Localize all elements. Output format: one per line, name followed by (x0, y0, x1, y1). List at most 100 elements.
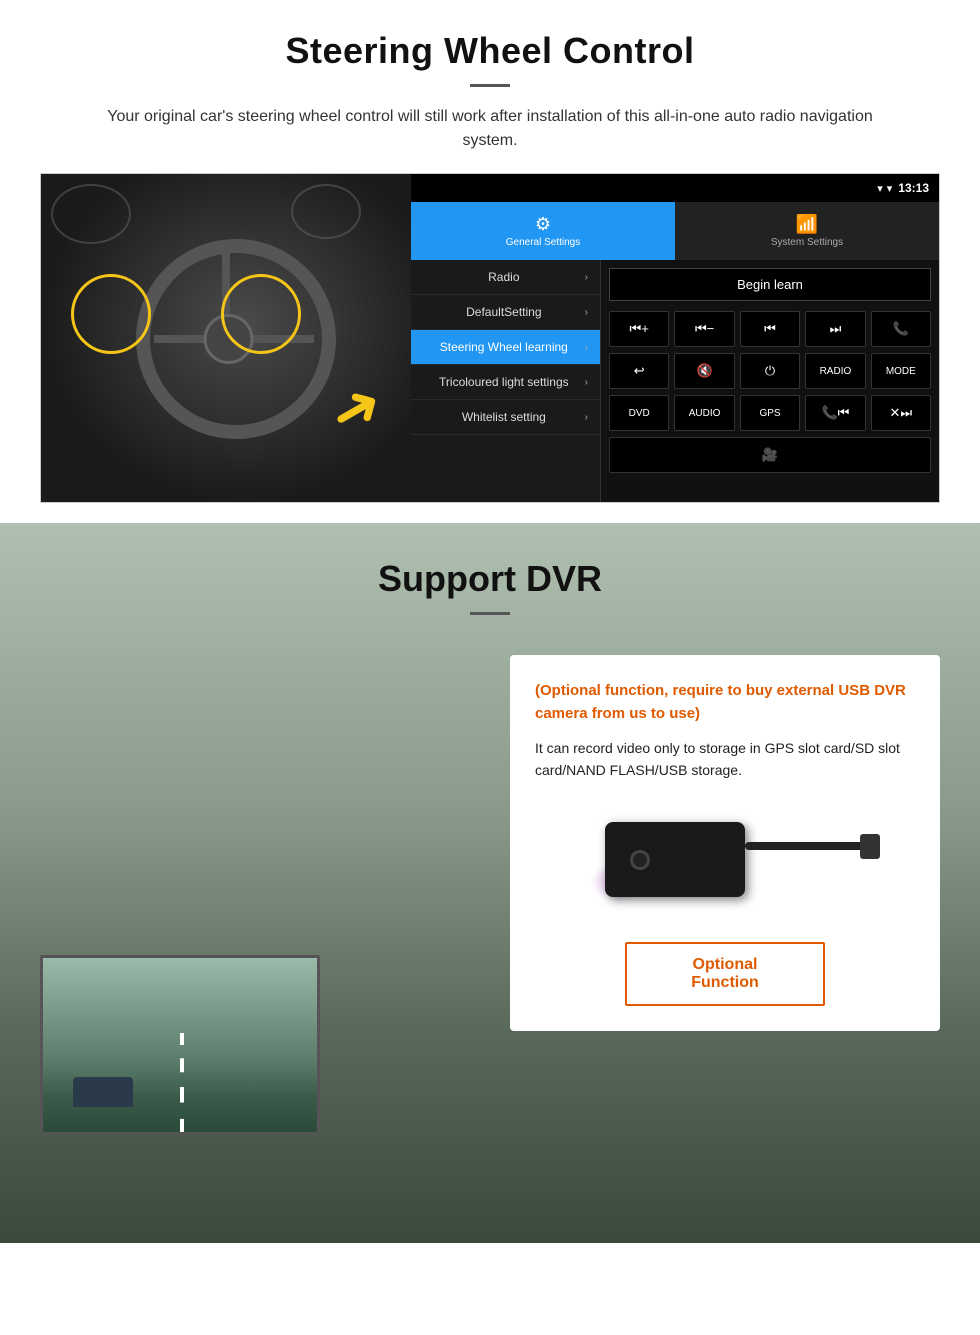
dvr-title: Support DVR (40, 558, 940, 600)
gear-icon: ⚙ (535, 214, 551, 235)
camera-device (585, 802, 865, 922)
dvr-divider (470, 612, 510, 615)
phone-icon: 📞 (893, 321, 909, 337)
dvr-body: (Optional function, require to buy exter… (0, 635, 980, 1235)
menu-item-whitelist[interactable]: Whitelist setting › (411, 400, 600, 435)
menu-item-radio[interactable]: Radio › (411, 260, 600, 295)
settings-menu: Radio › DefaultSetting › Steering Wheel … (411, 260, 601, 502)
menu-radio-label: Radio (423, 270, 585, 284)
power-icon: ⏻ (765, 363, 775, 379)
highlight-circle-right (221, 274, 301, 354)
mute-button[interactable]: 🔇 (674, 353, 734, 389)
audio-button[interactable]: AUDIO (674, 395, 734, 431)
steering-subtitle: Your original car's steering wheel contr… (80, 105, 900, 153)
android-tabs: ⚙ General Settings 📶 System Settings (411, 202, 939, 260)
radio-label: RADIO (820, 366, 852, 377)
dvr-desc-text: It can record video only to storage in G… (535, 737, 915, 782)
chevron-icon: › (585, 307, 588, 318)
phone-prev-button[interactable]: 📞⏮ (805, 395, 865, 431)
next-icon: ⏭ (830, 321, 842, 337)
dvr-button[interactable]: 🎥 (609, 437, 931, 473)
control-row-1: ⏮+ ⏮− ⏮ ⏭ 📞 (609, 311, 931, 347)
mute-icon: 🔇 (697, 363, 713, 379)
dvd-label: DVD (629, 408, 650, 419)
menu-tricolour-label: Tricoloured light settings (423, 375, 585, 389)
steering-composite: ➜ ▾ ▾ 13:13 ⚙ General Settings 📶 (40, 173, 940, 503)
radio-button[interactable]: RADIO (805, 353, 865, 389)
dvr-info-box: (Optional function, require to buy exter… (510, 655, 940, 1031)
mode-label: MODE (886, 366, 916, 377)
dvr-left (40, 655, 480, 1215)
dvr-camera-image (535, 782, 915, 942)
vol-down-button[interactable]: ⏮− (674, 311, 734, 347)
menu-default-label: DefaultSetting (423, 305, 585, 319)
begin-learn-button[interactable]: Begin learn (609, 268, 931, 301)
menu-item-steering[interactable]: Steering Wheel learning › (411, 330, 600, 365)
menu-item-tricolour[interactable]: Tricoloured light settings › (411, 365, 600, 400)
tab-system-settings[interactable]: 📶 System Settings (675, 202, 939, 260)
status-bar: ▾ ▾ 13:13 (411, 174, 939, 202)
steering-title: Steering Wheel Control (40, 30, 940, 72)
dvr-thumb-inner (43, 958, 317, 1132)
begin-learn-row: Begin learn (609, 268, 931, 301)
audio-label: AUDIO (689, 408, 721, 419)
system-icon: 📶 (796, 214, 818, 235)
steering-photo: ➜ (41, 174, 411, 503)
phone-button[interactable]: 📞 (871, 311, 931, 347)
vol-down-icon: ⏮− (695, 321, 714, 337)
back-button[interactable]: ↩ (609, 353, 669, 389)
camera-cable (745, 842, 865, 850)
control-row-4: 🎥 (609, 437, 931, 473)
steering-control-panel: Begin learn ⏮+ ⏮− ⏮ ⏭ 📞 ↩ 🔇 ⏻ (601, 260, 939, 502)
camera-lens (630, 850, 650, 870)
tab-system-label: System Settings (771, 237, 843, 248)
chevron-icon: › (585, 342, 588, 353)
dvr-optional-text: (Optional function, require to buy exter… (535, 680, 915, 725)
gauge-left (51, 184, 131, 244)
tab-general-settings[interactable]: ⚙ General Settings (411, 202, 675, 260)
optional-function-button[interactable]: Optional Function (625, 942, 825, 1006)
chevron-icon: › (585, 377, 588, 388)
steering-section: Steering Wheel Control Your original car… (0, 0, 980, 523)
menu-whitelist-label: Whitelist setting (423, 410, 585, 424)
prev-track-button[interactable]: ⏮ (740, 311, 800, 347)
dvr-right: (Optional function, require to buy exter… (510, 655, 940, 1215)
highlight-circle-left (71, 274, 151, 354)
camera-body (605, 822, 745, 897)
mute-next-icon: ✕⏭ (890, 405, 913, 421)
road-center-line (180, 1033, 184, 1135)
prev-icon: ⏮ (764, 321, 776, 337)
vol-up-button[interactable]: ⏮+ (609, 311, 669, 347)
mode-button[interactable]: MODE (871, 353, 931, 389)
phone-prev-icon: 📞⏮ (821, 405, 849, 421)
next-track-button[interactable]: ⏭ (805, 311, 865, 347)
dvr-thumbnail (40, 955, 320, 1135)
wifi-icon: ▾ (887, 182, 893, 195)
tab-general-label: General Settings (506, 237, 581, 248)
dvr-header: Support DVR (0, 523, 980, 635)
dvr-section: Support DVR (Optional function, require … (0, 523, 980, 1243)
yellow-arrow: ➜ (317, 366, 396, 452)
gps-label: GPS (759, 408, 780, 419)
menu-steering-label: Steering Wheel learning (423, 340, 585, 354)
android-panel: ▾ ▾ 13:13 ⚙ General Settings 📶 System Se… (411, 174, 939, 502)
dvd-button[interactable]: DVD (609, 395, 669, 431)
chevron-icon: › (585, 412, 588, 423)
mute-next-button[interactable]: ✕⏭ (871, 395, 931, 431)
control-row-3: DVD AUDIO GPS 📞⏮ ✕⏭ (609, 395, 931, 431)
menu-item-default[interactable]: DefaultSetting › (411, 295, 600, 330)
android-content: Radio › DefaultSetting › Steering Wheel … (411, 260, 939, 502)
title-divider (470, 84, 510, 87)
gauge-right (291, 184, 361, 239)
signal-icon: ▾ (877, 182, 883, 195)
power-button[interactable]: ⏻ (740, 353, 800, 389)
vol-up-icon: ⏮+ (630, 321, 649, 337)
status-icons: ▾ ▾ (877, 182, 892, 195)
dvr-icon: 🎥 (762, 447, 778, 463)
wheel-background: ➜ (41, 174, 411, 503)
gps-button[interactable]: GPS (740, 395, 800, 431)
usb-connector (860, 834, 880, 859)
back-icon: ↩ (634, 363, 645, 379)
car-silhouette (73, 1077, 133, 1107)
chevron-icon: › (585, 272, 588, 283)
